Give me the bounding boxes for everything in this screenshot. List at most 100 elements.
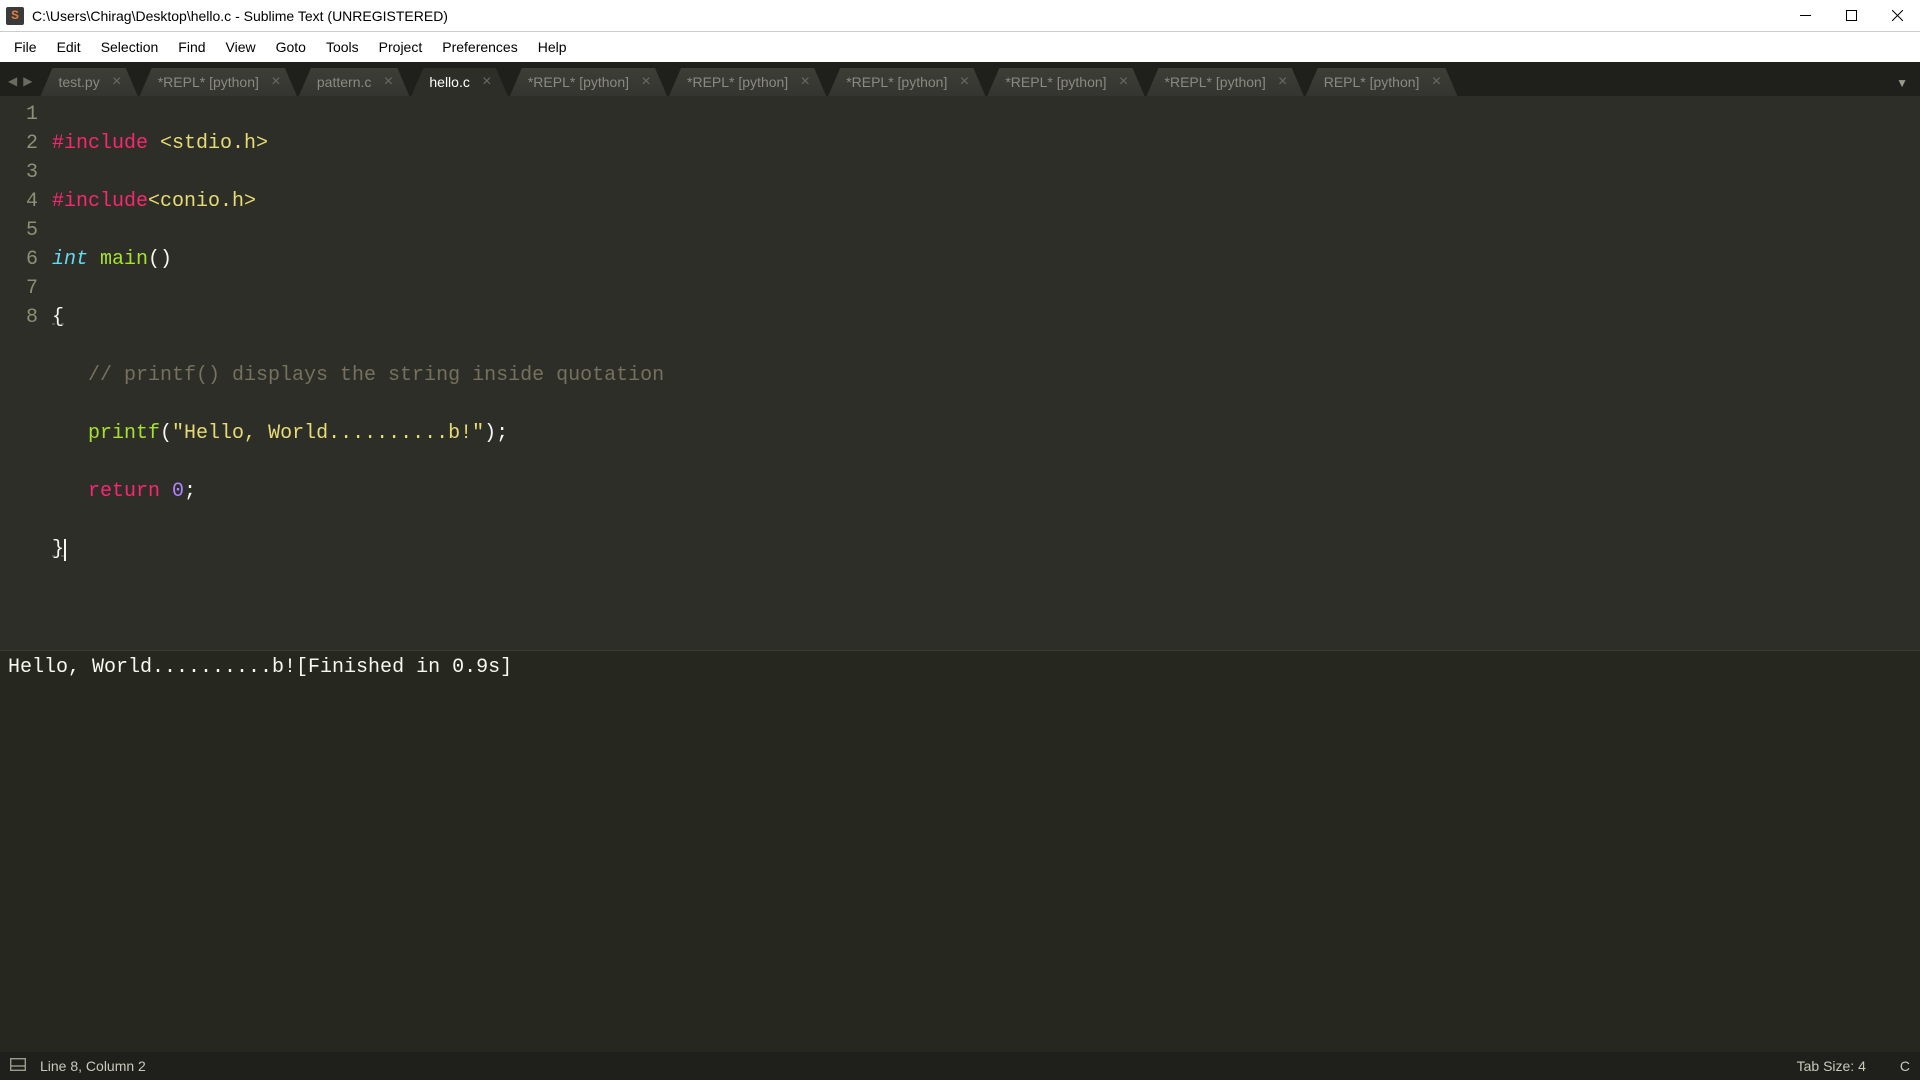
token-number: 0 [172, 480, 184, 503]
build-output-panel[interactable]: Hello, World..........b![Finished in 0.9… [0, 650, 1920, 1052]
code-line: int main() [52, 245, 664, 274]
menu-tools[interactable]: Tools [316, 35, 369, 59]
tab-label: *REPL* [python] [1165, 74, 1266, 90]
menu-file[interactable]: File [4, 35, 47, 59]
tab-close-icon[interactable]: × [1429, 74, 1443, 90]
tab-label: *REPL* [python] [846, 74, 947, 90]
tab-overflow-icon[interactable]: ▼ [1888, 76, 1920, 96]
code-line: return 0; [52, 477, 664, 506]
token-paren: () [148, 248, 172, 271]
titlebar: S C:\Users\Chirag\Desktop\hello.c - Subl… [0, 0, 1920, 32]
tab-label: *REPL* [python] [1005, 74, 1106, 90]
tab-close-icon[interactable]: × [798, 74, 812, 90]
code-line: // printf() displays the string inside q… [52, 361, 664, 390]
menu-help[interactable]: Help [528, 35, 577, 59]
token-brace: { [52, 306, 64, 329]
tab-label: pattern.c [317, 74, 371, 90]
code-pane[interactable]: 1 2 3 4 5 6 7 8 #include <stdio.h> #incl… [0, 96, 1920, 650]
token-function: main [88, 248, 148, 271]
token-semi: ; [184, 480, 196, 503]
token-brace: } [52, 538, 64, 561]
token-paren: ); [484, 422, 508, 445]
tab-nav-back-icon[interactable]: ◀ [6, 72, 19, 90]
window-buttons [1782, 0, 1920, 32]
tab-repl-6[interactable]: *REPL* [python] × [1147, 68, 1304, 96]
line-number: 1 [10, 100, 38, 129]
token-comment: // printf() displays the string inside q… [52, 364, 664, 387]
token-function: printf [52, 422, 160, 445]
tab-label: hello.c [429, 74, 469, 90]
line-number: 8 [10, 303, 38, 332]
menu-goto[interactable]: Goto [266, 35, 316, 59]
tab-repl-4[interactable]: *REPL* [python] × [828, 68, 985, 96]
panel-switcher-icon[interactable] [10, 1058, 26, 1074]
gutter: 1 2 3 4 5 6 7 8 [0, 96, 52, 650]
line-number: 2 [10, 129, 38, 158]
token-return: return [52, 480, 172, 503]
code-line: } [52, 535, 664, 564]
output-text: Hello, World..........b![Finished in 0.9… [8, 653, 1912, 682]
token-include: #include [52, 190, 148, 213]
menubar: File Edit Selection Find View Goto Tools… [0, 32, 1920, 62]
code-line: #include<conio.h> [52, 187, 664, 216]
tab-label: test.py [58, 74, 99, 90]
tab-hello-c[interactable]: hello.c × [411, 68, 507, 96]
code-line: { [52, 303, 664, 332]
line-number: 4 [10, 187, 38, 216]
tab-close-icon[interactable]: × [1117, 74, 1131, 90]
tab-label: REPL* [python] [1324, 74, 1420, 90]
menu-view[interactable]: View [216, 35, 266, 59]
code-content[interactable]: #include <stdio.h> #include<conio.h> int… [52, 96, 664, 650]
code-line: printf("Hello, World..........b!"); [52, 419, 664, 448]
vertical-scrollbar[interactable] [664, 96, 678, 650]
tab-close-icon[interactable]: × [639, 74, 653, 90]
token-string: "Hello, World..........b!" [172, 422, 484, 445]
tab-close-icon[interactable]: × [269, 74, 283, 90]
line-number: 5 [10, 216, 38, 245]
token-header: <stdio.h> [148, 132, 268, 155]
statusbar: Line 8, Column 2 Tab Size: 4 C [0, 1052, 1920, 1080]
tab-close-icon[interactable]: × [480, 74, 494, 90]
app-icon-letter: S [11, 8, 19, 23]
menu-selection[interactable]: Selection [91, 35, 169, 59]
menu-project[interactable]: Project [369, 35, 433, 59]
syntax-mode[interactable]: C [1900, 1058, 1910, 1074]
tab-close-icon[interactable]: × [381, 74, 395, 90]
tab-close-icon[interactable]: × [1276, 74, 1290, 90]
tab-close-icon[interactable]: × [957, 74, 971, 90]
tab-label: *REPL* [python] [158, 74, 259, 90]
window-title: C:\Users\Chirag\Desktop\hello.c - Sublim… [32, 8, 448, 24]
menu-find[interactable]: Find [168, 35, 215, 59]
maximize-button[interactable] [1828, 0, 1874, 32]
tab-size[interactable]: Tab Size: 4 [1797, 1058, 1866, 1074]
tab-repl-2[interactable]: *REPL* [python] × [510, 68, 667, 96]
text-cursor [64, 539, 66, 561]
tabs: test.py × *REPL* [python] × pattern.c × … [40, 62, 1888, 96]
tab-label: *REPL* [python] [528, 74, 629, 90]
tab-test-py[interactable]: test.py × [40, 68, 137, 96]
minimize-button[interactable] [1782, 0, 1828, 32]
code-line: #include <stdio.h> [52, 129, 664, 158]
tab-repl-7[interactable]: REPL* [python] × [1306, 68, 1458, 96]
menu-preferences[interactable]: Preferences [432, 35, 527, 59]
app-icon: S [6, 7, 24, 25]
tab-nav: ◀ ▶ [0, 72, 40, 96]
token-header: <conio.h> [148, 190, 256, 213]
tab-repl-5[interactable]: *REPL* [python] × [987, 68, 1144, 96]
tab-repl-3[interactable]: *REPL* [python] × [669, 68, 826, 96]
editor-area: 1 2 3 4 5 6 7 8 #include <stdio.h> #incl… [0, 96, 1920, 1052]
tab-pattern-c[interactable]: pattern.c × [299, 68, 409, 96]
tab-label: *REPL* [python] [687, 74, 788, 90]
line-number: 3 [10, 158, 38, 187]
token-type: int [52, 248, 88, 271]
tab-close-icon[interactable]: × [110, 74, 124, 90]
tabbar: ◀ ▶ test.py × *REPL* [python] × pattern.… [0, 62, 1920, 96]
cursor-position[interactable]: Line 8, Column 2 [40, 1058, 146, 1074]
tab-repl-1[interactable]: *REPL* [python] × [140, 68, 297, 96]
close-button[interactable] [1874, 0, 1920, 32]
token-paren: ( [160, 422, 172, 445]
menu-edit[interactable]: Edit [47, 35, 91, 59]
tab-nav-forward-icon[interactable]: ▶ [21, 72, 34, 90]
line-number: 6 [10, 245, 38, 274]
token-include: #include [52, 132, 148, 155]
